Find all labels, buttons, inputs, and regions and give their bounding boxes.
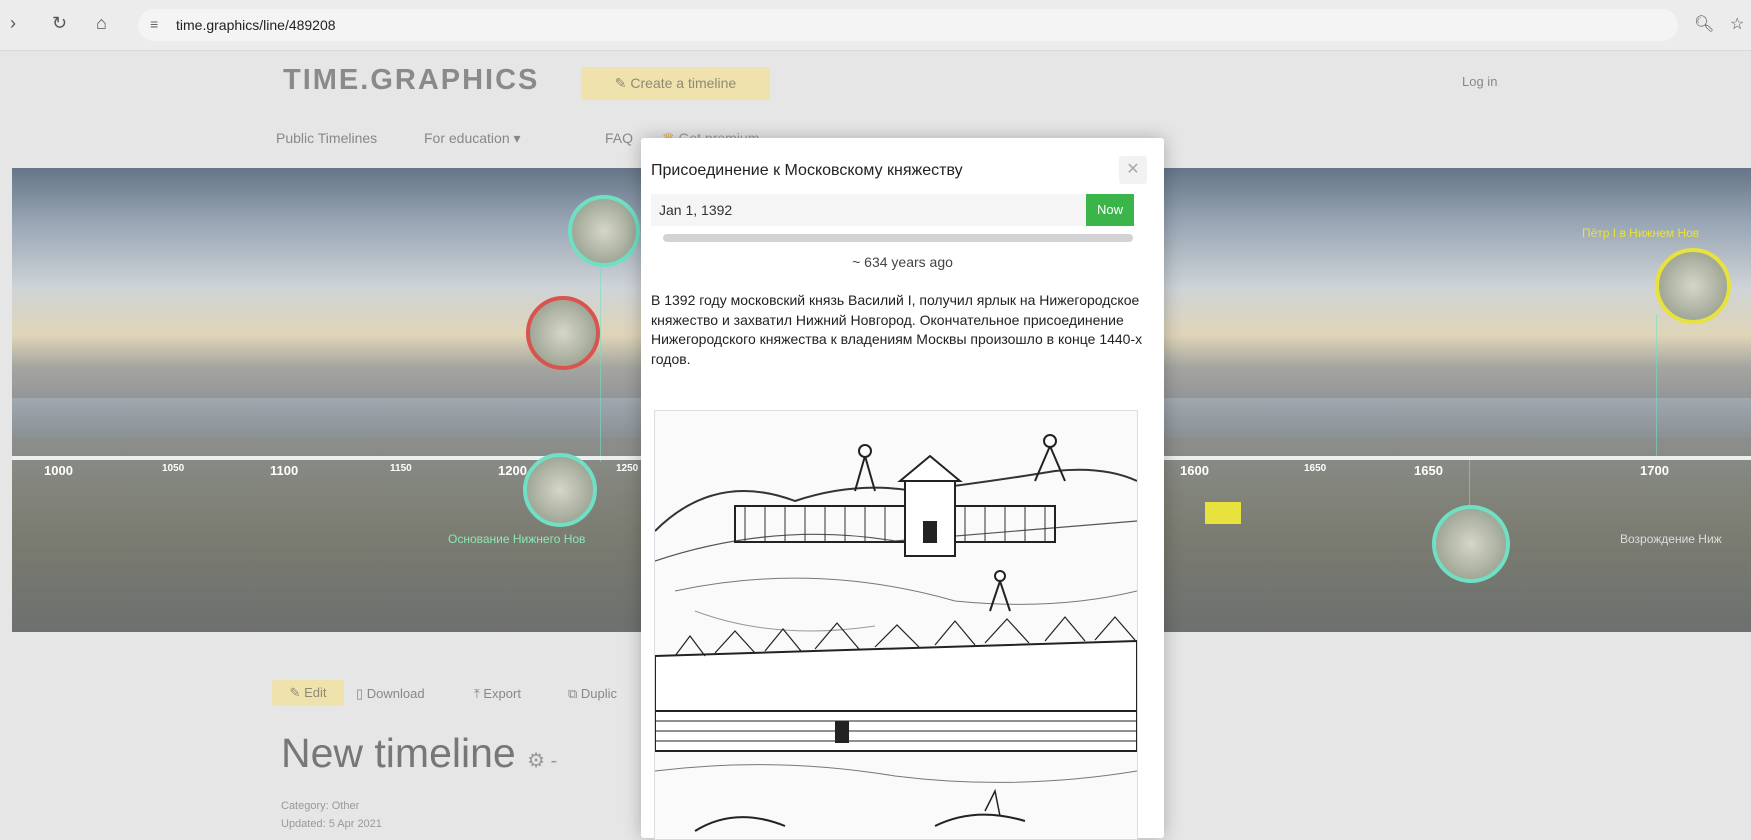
- updated-text: Updated: 5 Apr 2021: [281, 818, 382, 830]
- tick-label: 1000: [44, 463, 73, 478]
- tick-label: 1100: [270, 463, 299, 478]
- tick-label: 1650: [1304, 463, 1327, 474]
- zoom-icon[interactable]: 🔍︎: [1694, 14, 1714, 34]
- nav-faq[interactable]: FAQ: [605, 130, 633, 146]
- address-bar[interactable]: ≡ time.graphics/line/489208: [138, 9, 1678, 41]
- timeline-title: New timeline ⚙ ‑: [281, 730, 557, 777]
- event-title[interactable]: Пётр I в Нижнем Нов: [1582, 226, 1699, 240]
- event-circle[interactable]: [568, 195, 640, 267]
- event-title[interactable]: Возрождение Ниж: [1620, 532, 1722, 546]
- tick-label: 1050: [162, 463, 185, 474]
- popup-title: Присоединение к Московскому княжеству: [651, 162, 963, 179]
- edit-button[interactable]: ✎ Edit: [272, 680, 344, 706]
- nav-for-education[interactable]: For education ▾: [424, 130, 521, 147]
- tick-label: 1150: [390, 463, 412, 474]
- event-date: Jan 1, 1392: [659, 202, 733, 218]
- pencil-icon: ✎: [614, 75, 627, 91]
- settings-gear-icon[interactable]: ⚙ ‑: [527, 750, 557, 772]
- nav-public-timelines[interactable]: Public Timelines: [276, 130, 377, 146]
- duplicate-label: Duplic: [580, 686, 618, 701]
- download-file-icon: ▯: [356, 686, 364, 701]
- date-row: Jan 1, 1392 Now: [651, 194, 1134, 226]
- event-circle[interactable]: [523, 453, 597, 527]
- event-title[interactable]: Основание Нижнего Нов: [448, 532, 585, 546]
- event-circle[interactable]: [1432, 505, 1510, 583]
- event-circle-selected[interactable]: [526, 296, 600, 370]
- kremlin-illustration: [654, 410, 1138, 840]
- reload-icon[interactable]: ↻: [52, 13, 67, 34]
- nav-for-education-label: For education: [424, 130, 510, 146]
- event-marker[interactable]: [1205, 502, 1241, 524]
- create-timeline-button[interactable]: ✎ Create a timeline: [581, 67, 770, 100]
- site-settings-icon[interactable]: ≡: [150, 16, 158, 32]
- tick-label: 1700: [1640, 463, 1669, 478]
- export-icon: ⤒: [474, 686, 480, 701]
- event-connector: [1656, 314, 1657, 459]
- duplicate-icon: ⧉: [568, 686, 578, 701]
- edit-label: Edit: [304, 685, 327, 700]
- caret-down-icon: ▾: [513, 130, 521, 146]
- pencil-icon: ✎: [289, 685, 301, 700]
- event-circle[interactable]: [1655, 248, 1731, 324]
- export-label: Export: [483, 686, 521, 701]
- event-connector: [1469, 458, 1470, 510]
- login-link[interactable]: Log in: [1462, 74, 1497, 89]
- years-ago-text: ~ 634 years ago: [852, 254, 953, 270]
- download-button[interactable]: ▯ Download: [356, 686, 425, 702]
- home-icon[interactable]: ⌂: [96, 13, 107, 34]
- duplicate-button[interactable]: ⧉ Duplic: [568, 686, 617, 702]
- timeline-title-text: New timeline: [281, 730, 516, 776]
- url-text: time.graphics/line/489208: [176, 17, 336, 33]
- forward-icon[interactable]: ›: [10, 13, 16, 34]
- bookmark-star-icon[interactable]: ☆: [1730, 14, 1744, 34]
- event-description: В 1392 году московский князь Василий I, …: [651, 292, 1143, 367]
- tick-label: 1600: [1180, 463, 1209, 478]
- now-button[interactable]: Now: [1086, 194, 1134, 226]
- time-progress-bar: [663, 234, 1133, 242]
- category-text: Category: Other: [281, 800, 360, 812]
- tick-label: 1250: [616, 463, 639, 474]
- tick-label: 1200: [498, 463, 527, 478]
- close-icon[interactable]: ✕: [1119, 156, 1147, 184]
- create-timeline-label: Create a timeline: [630, 75, 737, 91]
- download-label: Download: [366, 686, 425, 701]
- tick-label: 1650: [1414, 463, 1443, 478]
- export-button[interactable]: ⤒ Export: [474, 686, 521, 702]
- browser-toolbar: › ↻ ⌂ ≡ time.graphics/line/489208 🔍︎ ☆: [0, 0, 1751, 51]
- event-popup: Присоединение к Московскому княжеству ✕ …: [641, 138, 1164, 840]
- site-logo[interactable]: TIME.GRAPHICS: [283, 64, 539, 97]
